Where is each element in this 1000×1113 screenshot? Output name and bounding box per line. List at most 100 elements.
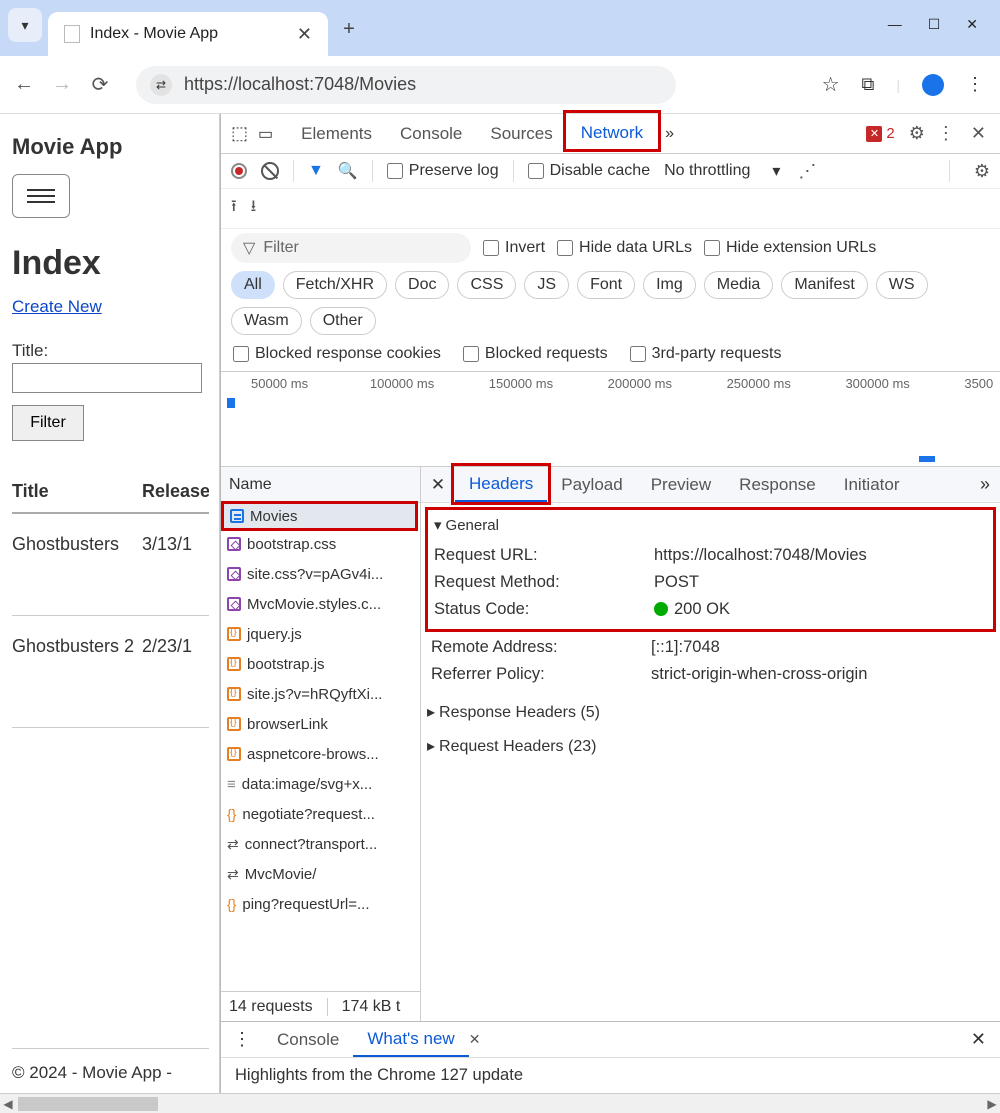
network-settings-icon[interactable]: ⚙ bbox=[974, 161, 990, 182]
request-headers-disclosure[interactable]: Request Headers (23) bbox=[421, 728, 1000, 762]
network-conditions-icon[interactable]: ⋰ bbox=[798, 161, 816, 182]
reload-button[interactable]: ⟳ bbox=[86, 71, 114, 99]
back-button[interactable]: ← bbox=[10, 71, 38, 99]
title-filter-input[interactable] bbox=[12, 363, 202, 393]
detail-tab-initiator[interactable]: Initiator bbox=[830, 469, 914, 501]
pill-all[interactable]: All bbox=[231, 271, 275, 299]
pill-media[interactable]: Media bbox=[704, 271, 774, 299]
new-tab-button[interactable]: + bbox=[334, 18, 364, 41]
request-row[interactable]: ⇄connect?transport... bbox=[221, 829, 420, 859]
drawer-tab-whatsnew[interactable]: What's new bbox=[353, 1023, 468, 1057]
more-detail-tabs-icon[interactable]: » bbox=[970, 474, 1000, 495]
pill-wasm[interactable]: Wasm bbox=[231, 307, 302, 335]
scrollbar-thumb[interactable] bbox=[18, 1097, 158, 1111]
pill-fetch[interactable]: Fetch/XHR bbox=[283, 271, 387, 299]
request-row[interactable]: bootstrap.css bbox=[221, 529, 420, 559]
import-har-icon[interactable]: ⭳ bbox=[251, 195, 257, 222]
pill-doc[interactable]: Doc bbox=[395, 271, 449, 299]
record-button[interactable] bbox=[231, 163, 247, 179]
create-new-link[interactable]: Create New bbox=[12, 297, 209, 317]
scroll-right-icon[interactable]: ▶ bbox=[984, 1097, 1000, 1111]
close-drawer-tab-icon[interactable]: ✕ bbox=[469, 1031, 481, 1048]
response-headers-disclosure[interactable]: Response Headers (5) bbox=[421, 694, 1000, 728]
pill-ws[interactable]: WS bbox=[876, 271, 928, 299]
tab-search-button[interactable]: ▾ bbox=[8, 8, 42, 42]
request-row[interactable]: ⇄MvcMovie/ bbox=[221, 859, 420, 889]
network-timeline[interactable]: 50000 ms 100000 ms 150000 ms 200000 ms 2… bbox=[221, 371, 1000, 467]
horizontal-scrollbar[interactable]: ◀ ▶ bbox=[0, 1093, 1000, 1113]
error-count[interactable]: ✕ 2 bbox=[866, 125, 894, 142]
drawer-menu-icon[interactable]: ⋮ bbox=[221, 1029, 263, 1050]
tab-network[interactable]: Network bbox=[569, 117, 655, 151]
request-list-header[interactable]: Name bbox=[221, 467, 420, 503]
tab-console[interactable]: Console bbox=[388, 118, 474, 150]
request-row-movies[interactable]: Movies bbox=[221, 501, 418, 531]
device-toggle-icon[interactable]: ▭ bbox=[258, 124, 273, 144]
request-row[interactable]: browserLink bbox=[221, 709, 420, 739]
detail-tab-response[interactable]: Response bbox=[725, 469, 830, 501]
detail-tab-payload[interactable]: Payload bbox=[547, 469, 636, 501]
detail-close-icon[interactable]: ✕ bbox=[421, 475, 455, 495]
bookmark-star-icon[interactable]: ☆ bbox=[822, 72, 840, 97]
pill-other[interactable]: Other bbox=[310, 307, 376, 335]
preserve-log-checkbox[interactable]: Preserve log bbox=[387, 162, 499, 180]
pill-manifest[interactable]: Manifest bbox=[781, 271, 867, 299]
settings-gear-icon[interactable]: ⚙ bbox=[909, 123, 925, 144]
more-tabs-icon[interactable]: » bbox=[665, 125, 674, 143]
browser-tab[interactable]: Index - Movie App ✕ bbox=[48, 12, 328, 56]
throttling-dropdown[interactable]: No throttling▾ bbox=[664, 161, 780, 181]
detail-tab-preview[interactable]: Preview bbox=[637, 469, 725, 501]
hide-data-urls-checkbox[interactable]: Hide data URLs bbox=[557, 239, 692, 257]
request-row[interactable]: {}ping?requestUrl=... bbox=[221, 889, 420, 919]
filter-icon[interactable]: ▼ bbox=[308, 162, 324, 180]
minimize-icon[interactable]: — bbox=[888, 16, 902, 33]
request-row[interactable]: site.js?v=hRQyftXi... bbox=[221, 679, 420, 709]
hide-ext-urls-checkbox[interactable]: Hide extension URLs bbox=[704, 239, 876, 257]
pill-font[interactable]: Font bbox=[577, 271, 635, 299]
request-row[interactable]: ≡data:image/svg+x... bbox=[221, 769, 420, 799]
site-settings-icon[interactable]: ⇄ bbox=[150, 74, 172, 96]
request-row[interactable]: jquery.js bbox=[221, 619, 420, 649]
filter-input[interactable]: ▽ Filter bbox=[231, 233, 471, 263]
request-row[interactable]: bootstrap.js bbox=[221, 649, 420, 679]
profile-avatar[interactable] bbox=[922, 74, 944, 96]
kebab-menu-icon[interactable]: ⋮ bbox=[966, 74, 984, 95]
address-bar[interactable]: ⇄ https://localhost:7048/Movies bbox=[136, 66, 676, 104]
request-row[interactable]: {}negotiate?request... bbox=[221, 799, 420, 829]
kv-row: Request URL:https://localhost:7048/Movie… bbox=[434, 542, 985, 569]
app-brand[interactable]: Movie App bbox=[12, 134, 209, 160]
detail-tab-headers[interactable]: Headers bbox=[455, 468, 547, 502]
filter-button[interactable]: Filter bbox=[12, 405, 84, 441]
pill-js[interactable]: JS bbox=[524, 271, 569, 299]
export-har-icon[interactable]: ⭱ bbox=[231, 195, 237, 222]
inspect-icon[interactable]: ⬚ bbox=[231, 123, 248, 144]
close-drawer-icon[interactable]: ✕ bbox=[957, 1029, 1000, 1050]
devtools-close-icon[interactable]: ✕ bbox=[971, 123, 986, 144]
close-window-icon[interactable]: ✕ bbox=[966, 16, 978, 33]
scroll-left-icon[interactable]: ◀ bbox=[0, 1097, 16, 1111]
pill-css[interactable]: CSS bbox=[457, 271, 516, 299]
clear-button[interactable] bbox=[261, 162, 279, 180]
network-toolbar: ▼ 🔍 Preserve log Disable cache No thrott… bbox=[221, 154, 1000, 189]
tab-elements[interactable]: Elements bbox=[289, 118, 384, 150]
hamburger-menu-button[interactable] bbox=[12, 174, 70, 218]
extensions-icon[interactable]: ⧉ bbox=[862, 74, 875, 95]
blocked-cookies-checkbox[interactable]: Blocked response cookies bbox=[233, 345, 441, 363]
request-row[interactable]: MvcMovie.styles.c... bbox=[221, 589, 420, 619]
general-disclosure[interactable]: General bbox=[434, 516, 985, 534]
close-tab-icon[interactable]: ✕ bbox=[297, 24, 312, 45]
js-icon bbox=[227, 717, 241, 731]
invert-checkbox[interactable]: Invert bbox=[483, 239, 545, 257]
forward-button[interactable]: → bbox=[48, 71, 76, 99]
search-icon[interactable]: 🔍 bbox=[338, 161, 358, 181]
third-party-checkbox[interactable]: 3rd-party requests bbox=[630, 345, 782, 363]
request-row[interactable]: site.css?v=pAGv4i... bbox=[221, 559, 420, 589]
blocked-requests-checkbox[interactable]: Blocked requests bbox=[463, 345, 608, 363]
disable-cache-checkbox[interactable]: Disable cache bbox=[528, 162, 651, 180]
pill-img[interactable]: Img bbox=[643, 271, 696, 299]
maximize-icon[interactable]: ☐ bbox=[928, 16, 941, 33]
drawer-tab-console[interactable]: Console bbox=[263, 1024, 353, 1056]
tab-sources[interactable]: Sources bbox=[478, 118, 564, 150]
request-row[interactable]: aspnetcore-brows... bbox=[221, 739, 420, 769]
devtools-menu-icon[interactable]: ⋮ bbox=[937, 123, 955, 144]
